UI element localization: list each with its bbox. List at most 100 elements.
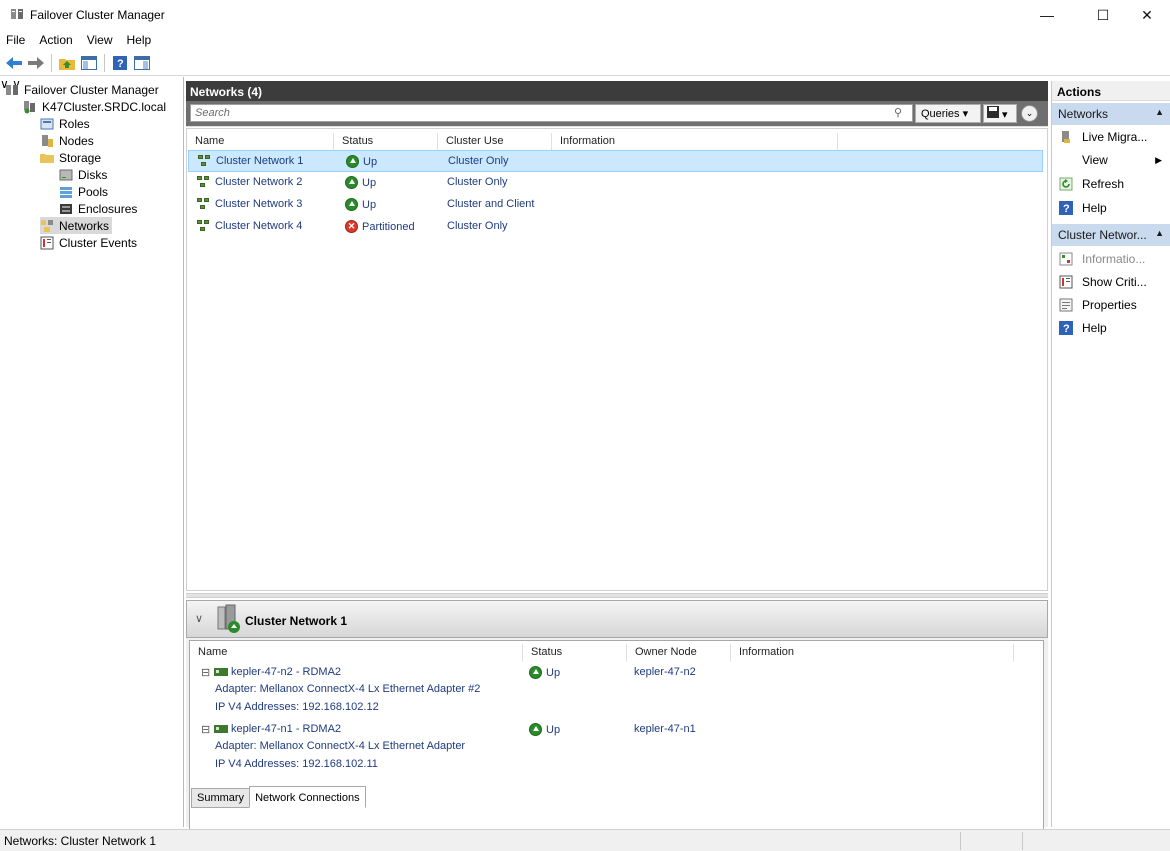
- tree-item-cluster[interactable]: K47Cluster.SRDC.local: [23, 98, 166, 115]
- forward-button[interactable]: [26, 53, 46, 73]
- tree-item-nodes[interactable]: Nodes: [40, 132, 94, 149]
- menu-bar: File Action View Help: [0, 30, 1170, 50]
- column-header-cluster-use[interactable]: Cluster Use: [438, 133, 552, 151]
- cluster-manager-icon: [6, 84, 18, 95]
- action-label: Refresh: [1082, 177, 1125, 191]
- tree-item-storage[interactable]: Storage: [40, 149, 101, 166]
- column-header-information[interactable]: Information: [731, 644, 1014, 662]
- network-name: Cluster Network 2: [215, 176, 303, 188]
- disk-icon: [59, 169, 73, 180]
- action-show-critical-events[interactable]: Show Criti...: [1052, 271, 1170, 293]
- up-folder-button[interactable]: [57, 53, 77, 73]
- network-icon: [198, 155, 212, 167]
- toolbar: ?: [0, 50, 1170, 76]
- network-name: Cluster Network 1: [216, 155, 304, 167]
- network-cluster-use: Cluster and Client: [447, 198, 535, 210]
- expand-collapse-button[interactable]: ⌄: [1021, 105, 1038, 122]
- svg-text:?: ?: [1063, 203, 1070, 215]
- tree-item-disks[interactable]: Disks: [59, 166, 107, 183]
- actions-header: Actions: [1052, 81, 1170, 101]
- action-properties[interactable]: Properties: [1052, 294, 1170, 316]
- search-input[interactable]: Search: [190, 104, 913, 122]
- status-up-icon: [346, 155, 359, 168]
- back-button[interactable]: [4, 53, 24, 73]
- table-row[interactable]: Cluster Network 3 Up Cluster and Client: [187, 194, 1045, 216]
- menu-action[interactable]: Action: [39, 33, 72, 47]
- action-help[interactable]: ? Help: [1052, 197, 1170, 219]
- help-button[interactable]: ?: [110, 53, 130, 73]
- action-live-migration[interactable]: Live Migra...: [1052, 126, 1170, 148]
- cluster-app-icon: [11, 9, 23, 19]
- detail-tabs: Summary Network Connections: [191, 786, 366, 808]
- queries-button[interactable]: Queries ▾: [915, 104, 981, 123]
- toolbar-separator: [104, 53, 105, 72]
- menu-file[interactable]: File: [6, 33, 25, 47]
- menu-help[interactable]: Help: [127, 33, 152, 47]
- minimize-button[interactable]: —: [1027, 0, 1067, 30]
- tab-summary[interactable]: Summary: [191, 788, 251, 808]
- chevron-down-icon[interactable]: ∨: [195, 612, 203, 625]
- table-row[interactable]: Cluster Network 1 Up Cluster Only: [188, 150, 1043, 172]
- tree-label: K47Cluster.SRDC.local: [42, 99, 167, 114]
- table-row[interactable]: Cluster Network 4 ✕ Partitioned Cluster O…: [187, 216, 1045, 238]
- action-view[interactable]: View ▶: [1052, 149, 1170, 171]
- help-icon: ?: [1059, 201, 1073, 215]
- tree-label: Roles: [59, 116, 90, 131]
- connection-owner: kepler-47-n1: [634, 723, 696, 735]
- refresh-icon: [1059, 177, 1073, 191]
- network-name: Cluster Network 4: [215, 220, 303, 232]
- network-status: Up: [362, 176, 377, 189]
- collapse-icon[interactable]: ⊟: [201, 666, 210, 679]
- section-label: Networks: [1058, 107, 1109, 121]
- status-up-icon: [529, 666, 542, 679]
- search-icon[interactable]: ⚲: [894, 106, 902, 119]
- tree-item-roles[interactable]: Roles: [40, 115, 90, 132]
- collapse-up-icon: ▲: [1155, 107, 1164, 117]
- pane-splitter[interactable]: [186, 593, 1048, 598]
- connection-status: Up: [546, 666, 561, 679]
- tree-item-enclosures[interactable]: Enclosures: [59, 200, 137, 217]
- events-icon: [1059, 275, 1073, 289]
- actions-pane: Actions Networks ▲ Live Migra... View ▶ R…: [1051, 81, 1170, 827]
- network-adapter-icon: [214, 668, 228, 676]
- action-label: Help: [1082, 201, 1107, 215]
- collapse-up-icon: ▲: [1155, 228, 1164, 238]
- save-query-button[interactable]: ▾: [983, 104, 1017, 123]
- menu-view[interactable]: View: [87, 33, 113, 47]
- title-bar: Failover Cluster Manager — ☐ ✕: [0, 0, 1170, 30]
- tree-label: Networks: [59, 218, 110, 233]
- network-name: Cluster Network 3: [215, 198, 303, 210]
- connection-adapter: Adapter: Mellanox ConnectX-4 Lx Ethernet…: [215, 740, 466, 752]
- column-header-status[interactable]: Status: [334, 133, 438, 151]
- tree-item-events[interactable]: Cluster Events: [40, 234, 137, 251]
- status-up-icon: [529, 723, 542, 736]
- action-help[interactable]: ? Help: [1052, 317, 1170, 339]
- submenu-arrow-icon: ▶: [1155, 154, 1162, 165]
- column-header-status[interactable]: Status: [523, 644, 627, 662]
- action-refresh[interactable]: Refresh: [1052, 173, 1170, 195]
- show-action-pane-button[interactable]: [132, 53, 152, 73]
- show-console-tree-button[interactable]: [79, 53, 99, 73]
- column-header-name[interactable]: Name: [190, 644, 523, 662]
- action-label: Show Criti...: [1082, 275, 1147, 289]
- column-header-name[interactable]: Name: [187, 133, 334, 151]
- tree-item-pools[interactable]: Pools: [59, 183, 108, 200]
- actions-section-networks[interactable]: Networks ▲: [1052, 103, 1170, 125]
- queries-label: Queries: [921, 108, 960, 120]
- maximize-button[interactable]: ☐: [1083, 0, 1123, 30]
- column-header-information[interactable]: Information: [552, 133, 838, 151]
- center-pane: Networks (4) Search ⚲ Queries ▾ ▾ ⌄ Name…: [186, 81, 1048, 830]
- action-information-details[interactable]: Informatio...: [1052, 248, 1170, 270]
- tree-item-networks[interactable]: Networks: [40, 217, 113, 234]
- collapse-icon[interactable]: ⊟: [201, 723, 210, 736]
- help-icon: ?: [1059, 321, 1073, 335]
- actions-section-cluster-network[interactable]: Cluster Networ... ▲: [1052, 224, 1170, 246]
- tab-network-connections[interactable]: Network Connections: [249, 786, 366, 808]
- forward-arrow-icon: [28, 56, 44, 69]
- close-button[interactable]: ✕: [1127, 0, 1167, 30]
- table-row[interactable]: Cluster Network 2 Up Cluster Only: [187, 172, 1045, 194]
- column-header-owner-node[interactable]: Owner Node: [627, 644, 731, 662]
- roles-icon: [40, 118, 54, 129]
- network-cluster-use: Cluster Only: [448, 155, 509, 167]
- tree-item-root[interactable]: Failover Cluster Manager: [5, 81, 159, 98]
